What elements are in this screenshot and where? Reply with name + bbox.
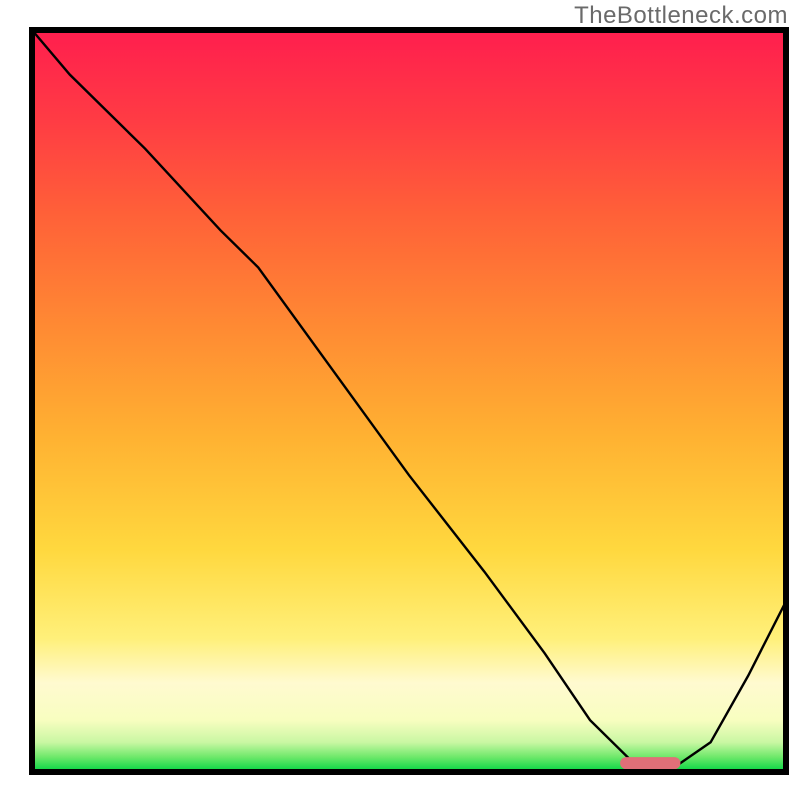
bottleneck-chart [0,0,800,800]
watermark-text: TheBottleneck.com [574,2,788,30]
optimal-range-marker [620,757,680,769]
plot-area [32,30,786,772]
chart-container: { "watermark": "TheBottleneck.com", "cha… [0,0,800,800]
